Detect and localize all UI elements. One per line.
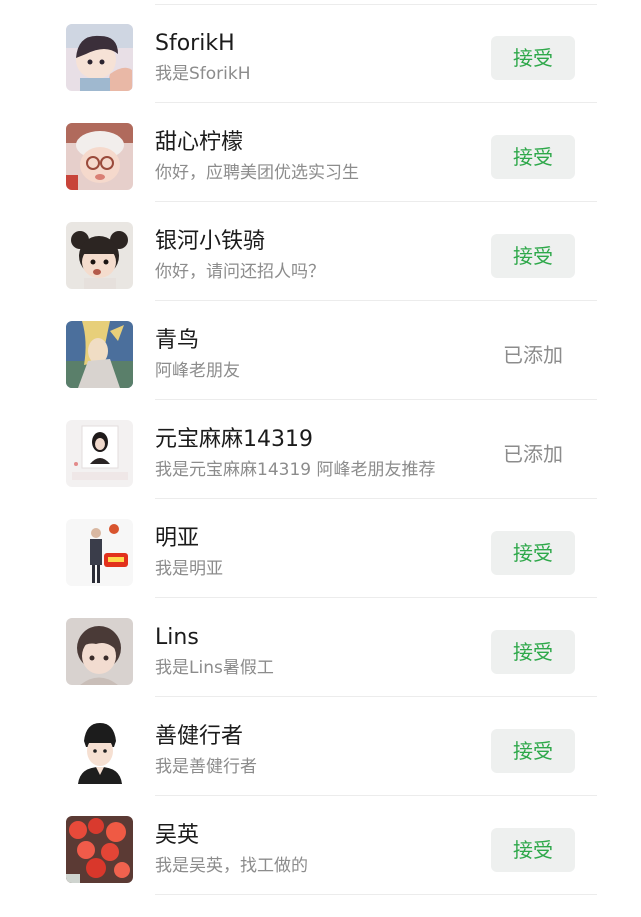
added-status: 已添加 — [503, 442, 563, 466]
avatar[interactable] — [66, 123, 133, 190]
request-message: 我是元宝麻麻14319 阿峰老朋友推荐 — [155, 460, 436, 480]
friend-request-row[interactable]: Lins 我是Lins暑假工 接受 — [0, 598, 641, 697]
avatar[interactable] — [66, 420, 133, 487]
request-message: 我是吴英，找工做的 — [155, 856, 308, 876]
friend-request-row[interactable]: 元宝麻麻14319 我是元宝麻麻14319 阿峰老朋友推荐 已添加 — [0, 400, 641, 499]
request-message: 你好，应聘美团优选实习生 — [155, 163, 359, 183]
friend-request-row[interactable]: 吴英 我是吴英，找工做的 接受 — [0, 796, 641, 895]
friend-request-row[interactable]: 甜心柠檬 你好，应聘美团优选实习生 接受 — [0, 103, 641, 202]
contact-name: Lins — [155, 625, 199, 650]
contact-name: 银河小铁骑 — [155, 229, 266, 254]
contact-name: 甜心柠檬 — [155, 130, 244, 155]
accept-button[interactable]: 接受 — [491, 729, 575, 773]
friend-request-row[interactable]: 银河小铁骑 你好，请问还招人吗？ 接受 — [0, 202, 641, 301]
friend-request-list: SforikH 我是SforikH 接受 甜心柠檬 你好，应聘美团优选实习生 接… — [0, 0, 641, 917]
accept-button[interactable]: 接受 — [491, 234, 575, 278]
friend-request-row[interactable]: SforikH 我是SforikH 接受 — [0, 4, 641, 103]
contact-name: 青鸟 — [155, 328, 200, 353]
friend-request-row[interactable]: 明亚 我是明亚 接受 — [0, 499, 641, 598]
contact-name: 吴英 — [155, 823, 200, 848]
request-message: 我是明亚 — [155, 559, 223, 579]
avatar[interactable] — [66, 717, 133, 784]
accept-button[interactable]: 接受 — [491, 828, 575, 872]
avatar[interactable] — [66, 321, 133, 388]
contact-name: 善健行者 — [155, 724, 244, 749]
request-message: 我是善健行者 — [155, 757, 257, 777]
accept-button[interactable]: 接受 — [491, 630, 575, 674]
contact-name: 元宝麻麻14319 — [155, 427, 313, 452]
request-message: 我是Lins暑假工 — [155, 658, 274, 678]
accept-button[interactable]: 接受 — [491, 36, 575, 80]
request-message: 我是SforikH — [155, 64, 251, 84]
avatar[interactable] — [66, 618, 133, 685]
divider — [155, 894, 597, 895]
request-message: 你好，请问还招人吗？ — [155, 262, 325, 282]
accept-button[interactable]: 接受 — [491, 135, 575, 179]
avatar[interactable] — [66, 222, 133, 289]
contact-name: 明亚 — [155, 526, 200, 551]
avatar[interactable] — [66, 816, 133, 883]
friend-request-row[interactable]: 青鸟 阿峰老朋友 已添加 — [0, 301, 641, 400]
request-message: 阿峰老朋友 — [155, 361, 240, 381]
accept-button[interactable]: 接受 — [491, 531, 575, 575]
contact-name: SforikH — [155, 31, 235, 56]
added-status: 已添加 — [503, 343, 563, 367]
avatar[interactable] — [66, 519, 133, 586]
avatar[interactable] — [66, 24, 133, 91]
friend-request-row[interactable]: 善健行者 我是善健行者 接受 — [0, 697, 641, 796]
